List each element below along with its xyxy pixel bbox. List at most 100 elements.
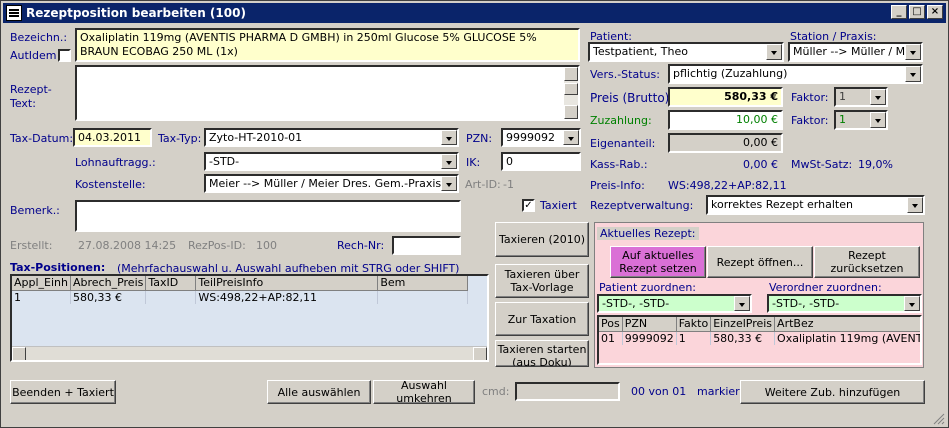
taxpos-hscrollbar[interactable] — [12, 346, 487, 360]
taxieren-starten-button[interactable]: Taxieren starten (aus Doku) — [495, 340, 589, 367]
rezepttext-field[interactable] — [75, 65, 580, 121]
aktuelles-col-header[interactable]: EinzelPreis — [710, 317, 776, 332]
aktuelles-grid[interactable]: Pos PZN Fakto EinzelPreis ArtBez 01 9999092 1 5… — [597, 315, 922, 365]
bemerk-field[interactable] — [75, 200, 461, 232]
pzn-label: PZN: — [466, 132, 493, 145]
erstellt-label: Erstellt: — [10, 239, 53, 252]
preis-field[interactable]: 580,33 € — [668, 87, 783, 107]
alle-auswaehlen-button[interactable]: Alle auswählen — [267, 380, 371, 404]
chevron-down-icon[interactable] — [907, 197, 923, 213]
rezposid-label: RezPos-ID: — [188, 239, 246, 252]
taxieren-vorlage-button[interactable]: Taxieren über Tax-Vorlage — [495, 264, 589, 298]
weitere-zub-button[interactable]: Weitere Zub. hinzufügen — [740, 380, 925, 404]
taxdatum-field[interactable]: 04.03.2011 — [73, 128, 152, 147]
cmd-field[interactable] — [515, 382, 620, 401]
scroll-up-icon[interactable] — [564, 67, 578, 81]
patient-zuordnen-label: Patient zuordnen: — [599, 281, 697, 294]
faktor2-label: Faktor: — [791, 114, 829, 127]
taxieren-button[interactable]: Taxieren (2010) — [495, 222, 589, 257]
taxpos-col-header[interactable]: Bem — [377, 276, 469, 291]
faktor2-combo[interactable]: 1 — [834, 110, 888, 130]
chevron-down-icon[interactable] — [905, 44, 921, 60]
patient-zuordnen-value: -STD-, -STD- — [602, 297, 670, 310]
taxpos-col-header[interactable]: Abrech_Preis — [70, 276, 147, 291]
aktuelles-cell: 1 — [676, 331, 712, 345]
rezeptverwaltung-combo[interactable]: korrektes Rezept erhalten — [706, 195, 925, 215]
chevron-down-icon[interactable] — [766, 44, 782, 60]
zuzahlung-label: Zuzahlung: — [590, 114, 652, 127]
scroll-left-icon[interactable] — [12, 347, 26, 360]
eigenanteil-field: 0,00 € — [668, 133, 783, 153]
chevron-down-icon[interactable] — [563, 130, 579, 145]
taxiert-checkbox[interactable]: ✓ — [522, 199, 535, 212]
kostenstelle-value: Meier --> Müller / Meier Dres. Gem.-Prax… — [209, 177, 442, 190]
chevron-down-icon[interactable] — [441, 176, 457, 191]
taxpos-col-header[interactable]: Appl_Einh — [12, 276, 71, 291]
scroll-thumb[interactable] — [564, 83, 578, 95]
resize-grip-icon[interactable] — [933, 413, 945, 425]
taxpos-grid[interactable]: Appl_Einh Abrech_Preis TaxID TeilPreisInfo B… — [10, 274, 489, 362]
auswahl-umkehren-button[interactable]: Auswahl umkehren — [373, 379, 475, 405]
ik-field[interactable]: 0 — [501, 152, 581, 171]
kostenstelle-combo[interactable]: Meier --> Müller / Meier Dres. Gem.-Prax… — [204, 174, 459, 193]
aktuelles-cell: 01 — [599, 331, 623, 345]
maximize-button[interactable]: □ — [909, 5, 925, 19]
bezeichnung-field[interactable]: Oxaliplatin 119mg (AVENTIS PHARMA D GMBH… — [75, 28, 580, 62]
minimize-button[interactable]: _ — [891, 5, 907, 19]
patient-combo[interactable]: Testpatient, Theo — [588, 42, 784, 62]
artid-label: Art-ID: — [465, 178, 501, 191]
aktuelles-col-header[interactable]: Pos — [599, 317, 623, 332]
verordner-combo[interactable]: -STD-, -STD- — [767, 294, 922, 313]
rezepttext-scrollbar[interactable] — [564, 67, 578, 119]
aktuelles-row[interactable]: 01 9999092 1 580,33 € Oxaliplatin 119mg (AVE… — [599, 331, 920, 345]
autidem-checkbox[interactable] — [58, 49, 71, 62]
taxtyp-combo[interactable]: Zyto-HT-2010-01 — [204, 128, 459, 147]
chevron-down-icon[interactable] — [870, 112, 886, 128]
taxpos-cell: WS:498,22+AP:82,11 — [195, 290, 379, 304]
preisinfo-value: WS:498,22+AP:82,11 — [668, 179, 787, 192]
rezepttext-label: Rezept-Text: — [10, 83, 52, 110]
chevron-down-icon[interactable] — [441, 130, 457, 145]
pzn-combo[interactable]: 9999092 — [501, 128, 581, 147]
station-combo[interactable]: Müller --> Müller / Meier — [788, 42, 923, 62]
zuzahlung-field[interactable]: 10,00 € — [668, 110, 783, 130]
lohnauftragg-combo[interactable]: -STD- — [204, 152, 459, 171]
zur-taxation-button[interactable]: Zur Taxation — [495, 302, 589, 336]
chevron-down-icon[interactable] — [904, 296, 920, 311]
versstatus-combo[interactable]: pflichtig (Zuzahlung) — [668, 64, 923, 84]
scroll-right-icon[interactable] — [473, 347, 487, 360]
rechnr-field[interactable] — [392, 236, 461, 255]
rezept-oeffnen-button[interactable]: Rezept öffnen... — [707, 246, 813, 278]
scroll-down-icon[interactable] — [564, 105, 578, 119]
taxtyp-label: Tax-Typ: — [158, 132, 202, 145]
taxpos-col-header[interactable]: TeilPreisInfo — [195, 276, 379, 291]
aktuelles-col-header[interactable]: PZN — [622, 317, 677, 332]
chevron-down-icon[interactable] — [441, 154, 457, 169]
patient-zuordnen-combo[interactable]: -STD-, -STD- — [597, 294, 752, 313]
taxpos-row[interactable]: 1 580,33 € WS:498,22+AP:82,11 — [12, 290, 469, 304]
kassrab-value: 0,00 € — [743, 158, 778, 171]
artid-value: -1 — [503, 178, 514, 191]
chevron-down-icon[interactable] — [870, 89, 886, 105]
faktor1-combo[interactable]: 1 — [834, 87, 888, 107]
taxpos-title: Tax-Positionen: — [10, 261, 106, 274]
count-text: 00 von 01 — [631, 385, 687, 398]
lohnauftragg-label: Lohnauftragg.: — [75, 156, 156, 169]
taxiert-label: Taxiert — [540, 199, 577, 212]
aktuelles-col-header[interactable]: ArtBez — [774, 317, 920, 332]
taxpos-col-header[interactable]: TaxID — [145, 276, 197, 291]
beenden-taxiert-button[interactable]: Beenden + Taxiert — [10, 380, 116, 404]
markiert-label: markiert — [697, 385, 745, 398]
close-button[interactable]: × — [927, 5, 943, 19]
chevron-down-icon[interactable] — [905, 66, 921, 82]
autidem-label: AutIdem — [10, 49, 57, 62]
title-bar: Rezeptposition bearbeiten (100) _ □ × — [3, 3, 946, 23]
mwst-value: 19,0% — [858, 158, 893, 171]
aktuelles-cell: 580,33 € — [710, 331, 776, 345]
window-title: Rezeptposition bearbeiten (100) — [26, 6, 246, 20]
aktuelles-col-header[interactable]: Fakto — [676, 317, 712, 332]
rezept-zuruecksetzen-button[interactable]: Rezept zurücksetzen — [814, 246, 920, 278]
mwst-label: MwSt-Satz: — [791, 158, 853, 171]
auf-aktuelles-setzen-button[interactable]: Auf aktuelles Rezept setzen — [610, 246, 706, 278]
chevron-down-icon[interactable] — [734, 296, 750, 311]
